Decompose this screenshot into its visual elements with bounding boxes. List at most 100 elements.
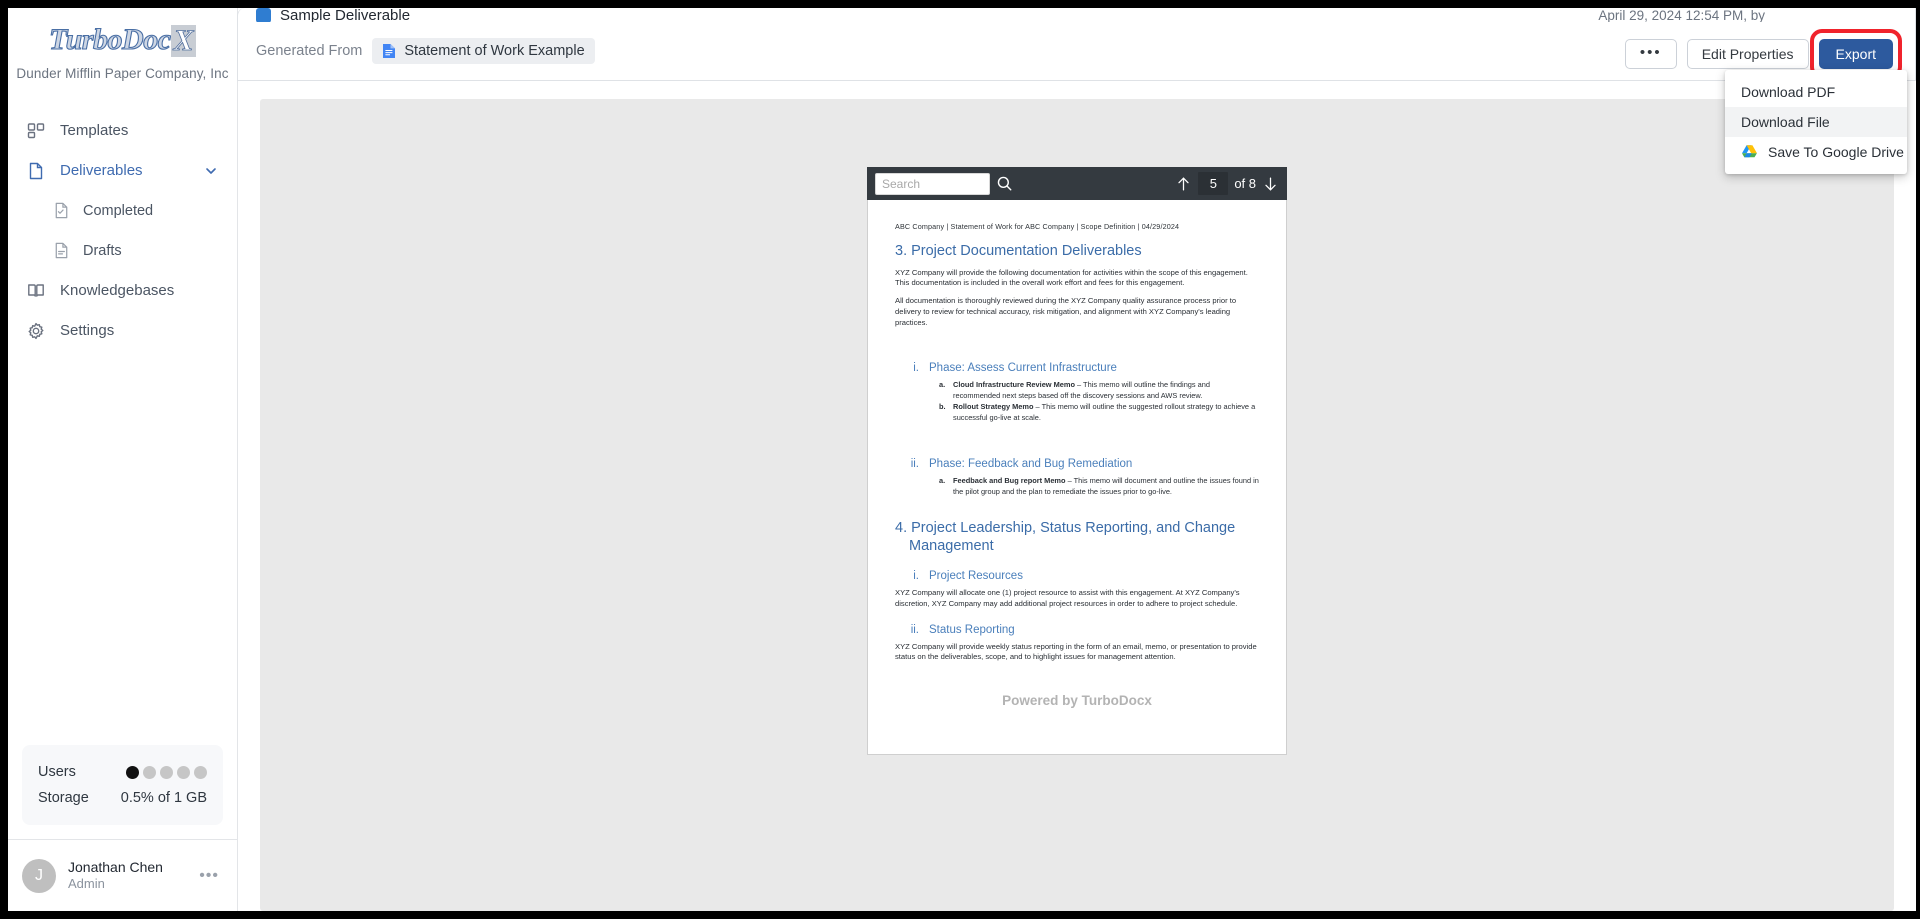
page-number-input[interactable]: 5 [1198,172,1229,195]
app-logo: TurboDoc X [48,23,197,57]
document-subheading-phase1: i. Phase: Assess Current Infrastructure [903,362,1259,374]
list-marker: i. [913,569,919,582]
export-button-wrapper: Export [1809,29,1902,79]
export-button[interactable]: Export [1818,39,1893,69]
logo-x-badge: X [170,25,197,57]
document-icon [26,161,46,181]
pdf-viewer-panel: 5 of 8 ABC Company | Statement of Work f… [260,99,1894,911]
generated-from-value: Statement of Work Example [404,43,585,59]
sidebar-item-templates[interactable]: Templates [8,111,237,151]
templates-icon [26,121,46,141]
document-paragraph: XYZ Company will provide the following d… [895,267,1248,288]
storage-label: Storage [38,790,89,806]
document-subheading-phase2: ii. Phase: Feedback and Bug Remediation [903,458,1259,470]
user-dot-empty [177,765,190,779]
sidebar-item-label: Deliverables [60,162,143,179]
sidebar-item-completed[interactable]: Completed [8,191,237,231]
user-profile-bar[interactable]: J Jonathan Chen Admin ••• [8,839,237,911]
user-dot-filled [126,765,139,779]
document-type-icon [256,8,271,22]
sidebar-item-drafts[interactable]: Drafts [8,231,237,271]
subheading-label: Status Reporting [929,623,1015,636]
list-marker: a. [939,380,946,390]
document-title-row: Sample Deliverable April 29, 2024 12:54 … [256,8,1897,22]
search-icon[interactable] [996,175,1013,192]
sidebar-item-settings[interactable]: Settings [8,311,237,351]
usage-row-storage: Storage 0.5% of 1 GB [38,785,207,811]
header-actions: ••• Edit Properties Export [1624,29,1902,79]
export-dropdown-menu: Download PDF Download File Save To Googl… [1725,70,1907,174]
page-total-label: of 8 [1234,176,1256,191]
menu-item-label: Save To Google Drive [1768,144,1904,160]
sidebar-item-label: Settings [60,322,115,339]
user-text: Jonathan Chen Admin [68,859,187,893]
list-item-text: Rollout Strategy Memo – This memo will o… [953,402,1259,423]
list-marker: a. [939,476,946,486]
user-dot-empty [194,765,207,779]
user-role: Admin [68,876,105,892]
list-item-text: Cloud Infrastructure Review Memo – This … [953,380,1259,401]
menu-item-download-pdf[interactable]: Download PDF [1725,77,1907,107]
sidebar-nav: Templates Deliverables Completed Drafts … [8,111,237,351]
logo-text: TurboDoc [48,23,171,56]
list-item-text: Feedback and Bug report Memo – This memo… [953,476,1259,497]
document-subheading-status-reporting: ii. Status Reporting [903,624,1259,636]
brand-block: TurboDoc X Dunder Mifflin Paper Company, … [8,8,237,85]
sidebar-item-knowledgebases[interactable]: Knowledgebases [8,271,237,311]
generated-from-chip[interactable]: Statement of Work Example [372,38,595,64]
document-heading-3: 3. Project Documentation Deliverables [895,243,1142,259]
document-check-icon [52,201,71,220]
search-input[interactable] [875,172,990,195]
edit-properties-button[interactable]: Edit Properties [1686,39,1809,69]
menu-item-download-file[interactable]: Download File [1725,107,1907,137]
document-subheading-project-resources: i. Project Resources [903,570,1259,582]
google-drive-icon [1741,144,1758,160]
viewer-area: 5 of 8 ABC Company | Statement of Work f… [238,81,1916,911]
chevron-down-icon[interactable] [203,163,219,179]
list-marker: b. [939,402,946,412]
user-dot-empty [160,765,173,779]
sidebar-item-label: Templates [60,122,129,139]
document-paragraph: XYZ Company will provide weekly status r… [895,641,1257,662]
menu-item-label: Download PDF [1741,84,1836,100]
more-options-button[interactable]: ••• [1624,39,1677,69]
source-document-icon [382,43,396,59]
sidebar-item-label: Completed [83,202,154,219]
list-item: a. Feedback and Bug report Memo – This m… [939,476,1259,497]
document-header: Sample Deliverable April 29, 2024 12:54 … [237,8,1916,174]
sidebar-item-label: Drafts [83,242,122,259]
menu-item-save-to-google-drive[interactable]: Save To Google Drive [1725,137,1907,167]
document-sublist: a. Feedback and Bug report Memo – This m… [939,476,1259,497]
book-icon [26,281,46,301]
page-title: Sample Deliverable [280,8,411,22]
document-meta-line: ABC Company | Statement of Work for ABC … [895,222,1180,231]
document-lines-icon [52,241,71,260]
organization-name: Dunder Mifflin Paper Company, Inc [16,65,229,81]
list-marker: i. [913,362,919,375]
document-heading-4: 4. Project Leadership, Status Reporting,… [895,519,1236,555]
pdf-toolbar: 5 of 8 [867,167,1287,200]
list-marker: ii. [910,458,919,471]
generated-from-label: Generated From [256,43,363,59]
previous-page-icon[interactable] [1175,175,1192,193]
users-label: Users [38,764,76,780]
subheading-label: Phase: Assess Current Infrastructure [929,362,1117,375]
subheading-label: Project Resources [929,569,1023,582]
sidebar-item-label: Knowledgebases [60,282,175,299]
sidebar-item-deliverables[interactable]: Deliverables [8,151,237,191]
list-item: a. Cloud Infrastructure Review Memo – Th… [939,380,1259,401]
sidebar: TurboDoc X Dunder Mifflin Paper Company, … [8,8,238,911]
list-item: b. Rollout Strategy Memo – This memo wil… [939,402,1259,423]
document-footer-watermark: Powered by TurboDocx [1002,693,1152,709]
usage-card: Users Storage 0.5% of 1 GB [22,745,223,825]
gear-icon [26,321,46,341]
user-menu-icon[interactable]: ••• [199,867,223,885]
avatar: J [22,858,56,893]
list-item-bold: Feedback and Bug report Memo [953,476,1066,486]
next-page-icon[interactable] [1262,175,1279,193]
pdf-page: ABC Company | Statement of Work for ABC … [867,200,1287,755]
main-content: Sample Deliverable April 29, 2024 12:54 … [237,8,1916,911]
